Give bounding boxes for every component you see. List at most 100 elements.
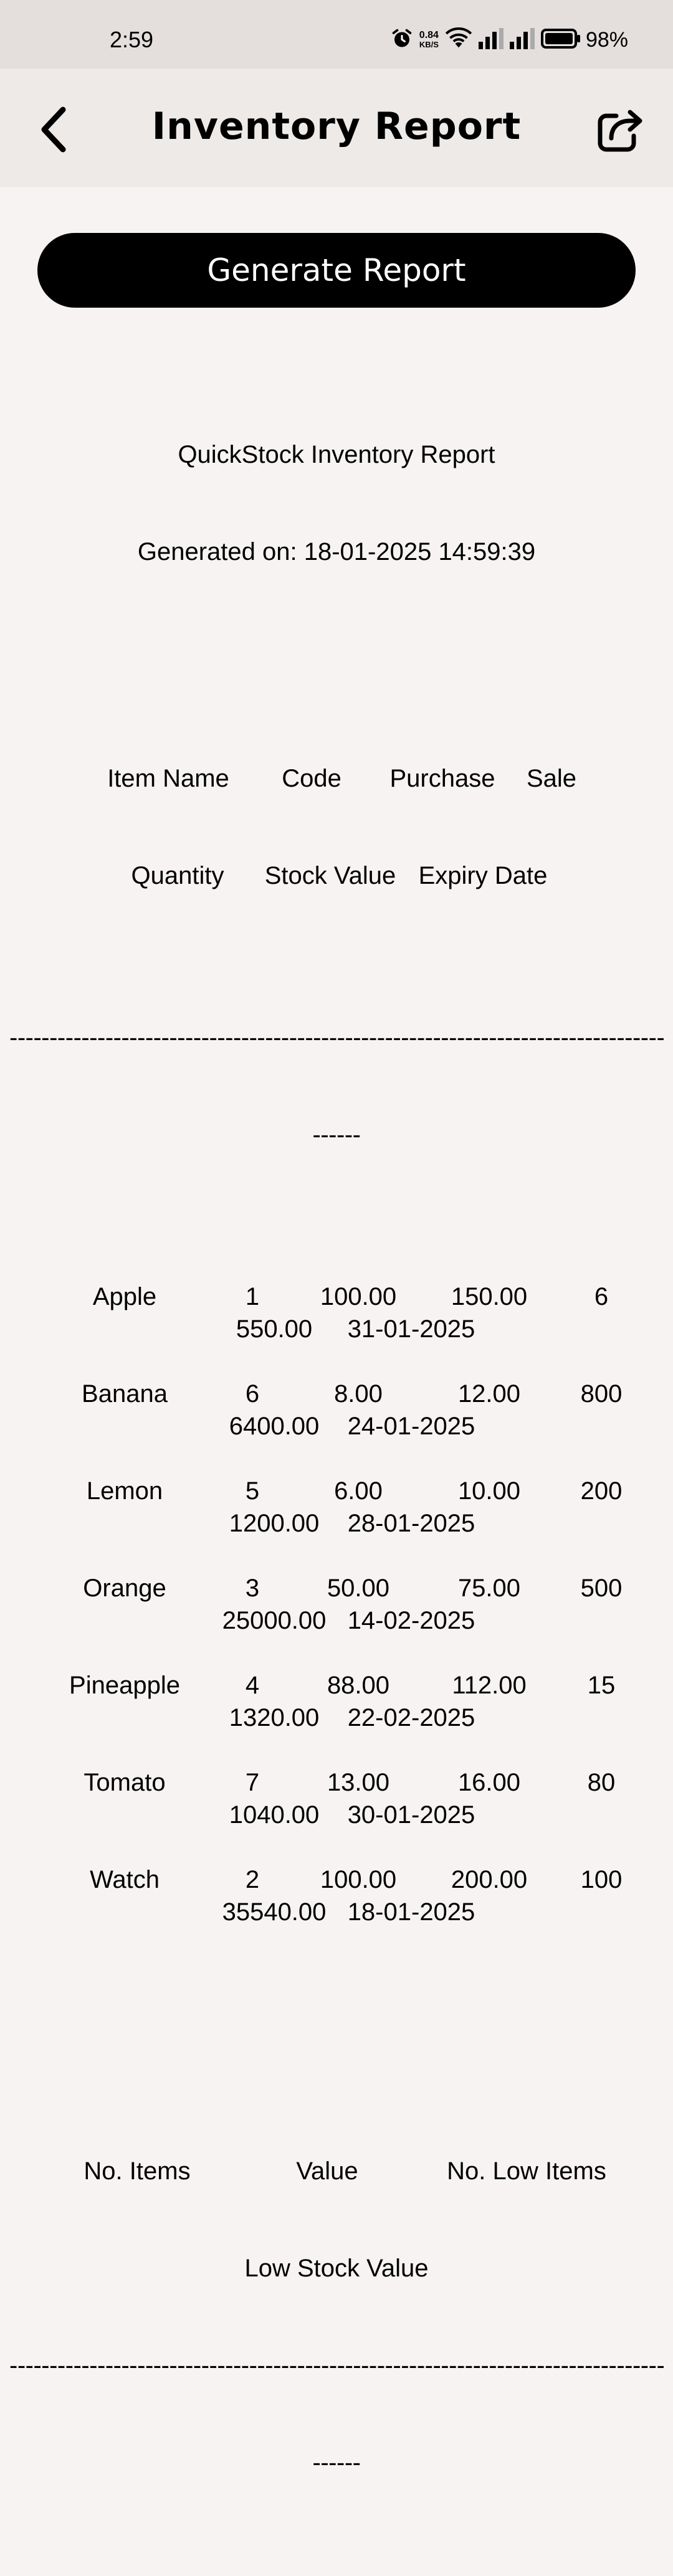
share-button[interactable] [592,103,648,159]
cell-stock-value: 1320.00 [229,1704,320,1731]
cell-code: 1 [245,1283,260,1310]
signal-icon-2 [509,27,535,52]
cell-stock-value: 550.00 [236,1315,313,1343]
signal-icon [478,27,504,52]
cell-sale: 75.00 [457,1574,521,1602]
cell-stock-value: 35540.00 [222,1898,327,1926]
cell-purchase: 6.00 [334,1477,383,1505]
cell-code: 4 [245,1672,260,1699]
cell-quantity: 800 [580,1380,623,1408]
cell-item-name: Pineapple [69,1672,180,1699]
net-speed-unit: KB/S [419,40,439,49]
col-sale: Sale [526,765,577,792]
separator-tail: ------ [312,1121,361,1148]
app-bar: Inventory Report [0,69,673,187]
table-row: Pineapple 4 88.00 112.00 15 1320.00 22-02-2025 [0,1669,673,1734]
cell-quantity: 100 [580,1866,623,1893]
cell-sale: 112.00 [452,1672,527,1699]
summary-line1: No. Items Value No. Low Items [0,2155,673,2187]
cell-code: 5 [245,1477,260,1505]
summary-separator-tail: ------ [312,2449,361,2476]
cell-expiry-date: 28-01-2025 [347,1510,475,1537]
generate-report-button[interactable]: Generate Report [37,233,636,308]
col-quantity: Quantity [131,862,224,889]
cell-stock-value: 25000.00 [222,1607,327,1634]
table-row: Lemon 5 6.00 10.00 200 1200.00 28-01-2025 [0,1475,673,1540]
cell-code: 3 [245,1574,260,1602]
report-output: QuickStock Inventory Report Generated on… [0,374,673,2576]
cell-purchase: 100.00 [320,1866,397,1893]
cell-purchase: 50.00 [327,1574,390,1602]
cell-item-name: Orange [83,1574,166,1602]
page-title: Inventory Report [151,105,522,148]
report-generated-on: Generated on: 18-01-2025 14:59:39 [137,538,536,566]
row-line1: Apple 1 100.00 150.00 6 [0,1281,673,1313]
report-rows: Apple 1 100.00 150.00 6 550.00 31-01-2025 Banan… [0,1281,673,1928]
cell-item-name: Tomato [84,1769,166,1796]
summary-separator: ----------------------------------------… [9,2352,664,2379]
cell-sale: 12.00 [457,1380,521,1408]
net-speed: 0.84 KB/S [419,30,439,50]
table-row: Apple 1 100.00 150.00 6 550.00 31-01-2025 [0,1281,673,1345]
cell-quantity: 6 [594,1283,609,1310]
col-stock-value: Stock Value [264,862,396,889]
summary: No. Items Value No. Low Items Low Stock … [0,2090,673,2544]
row-line2: 550.00 31-01-2025 [37,1313,673,1345]
alarm-icon [391,27,413,53]
wifi-icon [445,27,472,53]
cell-stock-value: 1200.00 [229,1510,320,1537]
row-line2: 25000.00 14-02-2025 [37,1604,673,1637]
column-headers-line2: Quantity Stock Value Expiry Date [0,859,673,892]
summary-no-low-items: No. Low Items [447,2157,606,2185]
cell-stock-value: 1040.00 [229,1801,320,1829]
summary-value: Value [296,2157,358,2185]
row-line2: 1320.00 22-02-2025 [37,1702,673,1734]
cell-sale: 16.00 [457,1769,521,1796]
cell-purchase: 13.00 [327,1769,390,1796]
report-title: QuickStock Inventory Report [178,441,495,468]
cell-expiry-date: 22-02-2025 [347,1704,475,1731]
cell-code: 6 [245,1380,260,1408]
col-purchase: Purchase [389,765,495,792]
summary-no-items: No. Items [84,2157,191,2185]
column-headers: Item Name Code Purchase Sale Quantity St… [0,698,673,957]
cell-stock-value: 6400.00 [229,1413,320,1440]
row-line1: Pineapple 4 88.00 112.00 15 [0,1669,673,1702]
cell-expiry-date: 18-01-2025 [347,1898,475,1926]
share-icon [596,106,644,156]
row-line1: Lemon 5 6.00 10.00 200 [0,1475,673,1507]
row-line2: 35540.00 18-01-2025 [37,1896,673,1928]
cell-quantity: 80 [587,1769,616,1796]
cell-quantity: 15 [587,1672,616,1699]
cell-expiry-date: 14-02-2025 [347,1607,475,1634]
cell-item-name: Lemon [86,1477,163,1505]
status-bar: 2:59 0.84 KB/S 98% [0,0,673,69]
separator: ----------------------------------------… [9,1024,664,1051]
table-row: Orange 3 50.00 75.00 500 25000.00 14-02-2025 [0,1572,673,1637]
cell-quantity: 200 [580,1477,623,1505]
row-line1: Orange 3 50.00 75.00 500 [0,1572,673,1604]
cell-code: 2 [245,1866,260,1893]
cell-item-name: Watch [90,1866,160,1893]
battery-percent: 98% [585,28,628,52]
summary-low-stock-value: Low Stock Value [244,2255,429,2282]
net-speed-value: 0.84 [419,30,439,40]
row-line2: 1200.00 28-01-2025 [37,1507,673,1540]
row-line2: 6400.00 24-01-2025 [37,1410,673,1442]
col-code: Code [282,765,341,792]
col-expiry-date: Expiry Date [418,862,548,889]
row-line1: Banana 6 8.00 12.00 800 [0,1378,673,1410]
table-row: Tomato 7 13.00 16.00 80 1040.00 30-01-2025 [0,1766,673,1831]
cell-code: 7 [245,1769,260,1796]
cell-item-name: Apple [92,1283,157,1310]
status-icons: 0.84 KB/S 98% [384,27,628,52]
cell-purchase: 100.00 [320,1283,397,1310]
column-headers-line1: Item Name Code Purchase Sale [0,762,673,795]
cell-purchase: 88.00 [327,1672,390,1699]
cell-sale: 10.00 [457,1477,521,1505]
status-time: 2:59 [110,27,154,52]
row-line1: Tomato 7 13.00 16.00 80 [0,1766,673,1799]
row-line1: Watch 2 100.00 200.00 100 [0,1863,673,1896]
cell-expiry-date: 30-01-2025 [347,1801,475,1829]
row-line2: 1040.00 30-01-2025 [37,1799,673,1831]
